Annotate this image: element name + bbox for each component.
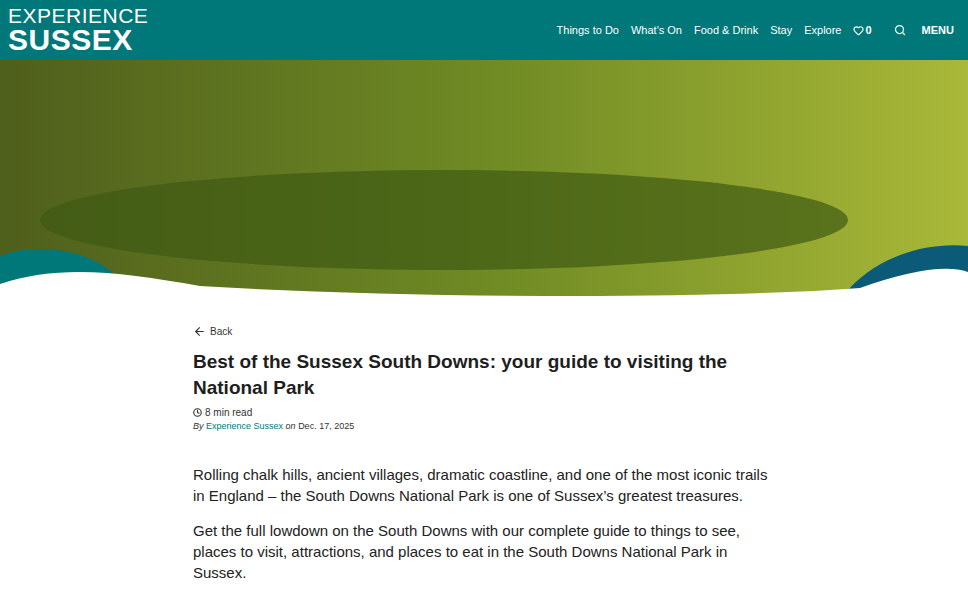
hero-trees: [40, 170, 848, 270]
site-logo[interactable]: EXPERIENCESUSSEX: [8, 6, 148, 54]
paragraph: Rolling chalk hills, ancient villages, d…: [193, 464, 783, 506]
logo-bottom: SUSSEX: [8, 26, 148, 54]
article-title: Best of the Sussex South Downs: your gui…: [193, 349, 783, 401]
back-link[interactable]: Back: [193, 324, 783, 339]
main-nav: Things to Do What's On Food & Drink Stay Exp…: [557, 22, 954, 39]
byline: By Experience Sussex on Dec. 17, 2025: [193, 420, 783, 434]
favourites-count: 0: [865, 22, 871, 39]
menu-button[interactable]: MENU: [922, 22, 954, 39]
logo-top: EXPERIENCE: [8, 6, 148, 26]
search-icon[interactable]: [894, 24, 906, 36]
site-header: EXPERIENCESUSSEX Things to Do What's On Foo…: [0, 0, 968, 60]
nav-item[interactable]: Explore: [804, 22, 841, 39]
clock-icon: [193, 408, 202, 417]
arrow-left-icon: [193, 325, 206, 338]
paragraph: Get the full lowdown on the South Downs …: [193, 520, 783, 583]
heart-icon: [853, 25, 864, 36]
page: EXPERIENCESUSSEX Things to Do What's On Foo…: [0, 0, 968, 596]
article-intro: Rolling chalk hills, ancient villages, d…: [193, 464, 783, 583]
hero-wave-icon: [0, 242, 968, 302]
nav-item[interactable]: Food & Drink: [694, 22, 758, 39]
nav-item[interactable]: Things to Do: [557, 22, 619, 39]
read-time: 8 min read: [193, 405, 783, 420]
favourites-button[interactable]: 0: [853, 22, 871, 39]
nav-item[interactable]: Stay: [770, 22, 792, 39]
nav-item[interactable]: What's On: [631, 22, 682, 39]
hero-image: [0, 60, 968, 302]
author-link[interactable]: Experience Sussex: [206, 421, 283, 431]
article: Back Best of the Sussex South Downs: your…: [0, 302, 968, 596]
